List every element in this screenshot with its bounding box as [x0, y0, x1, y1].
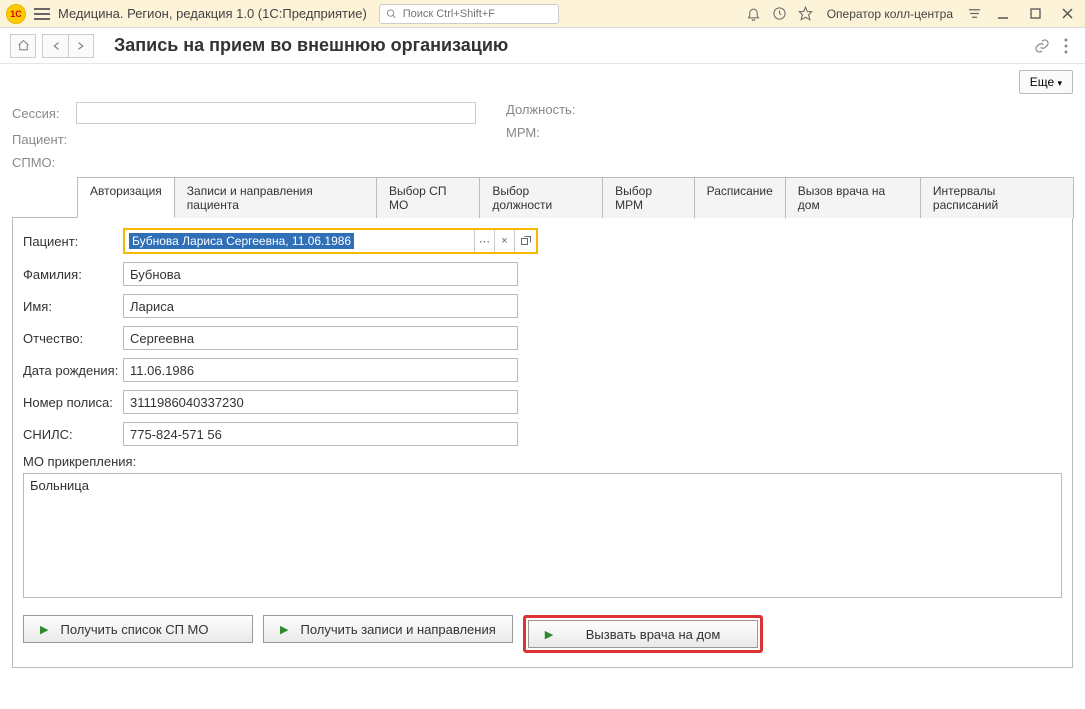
- firstname-input[interactable]: [123, 294, 518, 318]
- titlebar: 1C Медицина. Регион, редакция 1.0 (1С:Пр…: [0, 0, 1085, 28]
- kebab-icon[interactable]: [1057, 37, 1075, 55]
- birthdate-label: Дата рождения:: [23, 363, 123, 378]
- call-doctor-label: Вызвать врача на дом: [565, 627, 741, 642]
- tab-patient-records[interactable]: Записи и направления пациента: [174, 177, 377, 218]
- patient-dots-button[interactable]: ⋯: [474, 230, 494, 252]
- snils-input[interactable]: [123, 422, 518, 446]
- bell-icon[interactable]: [745, 5, 763, 23]
- forward-button[interactable]: [68, 34, 94, 58]
- policy-label: Номер полиса:: [23, 395, 123, 410]
- action-row: ▶ Получить список СП МО ▶ Получить запис…: [23, 615, 1062, 653]
- home-button[interactable]: [10, 34, 36, 58]
- middlename-input[interactable]: [123, 326, 518, 350]
- tab-call-doctor[interactable]: Вызов врача на дом: [785, 177, 921, 218]
- highlight-frame: ▶ Вызвать врача на дом: [523, 615, 763, 653]
- snils-label: СНИЛС:: [23, 427, 123, 442]
- global-search[interactable]: [379, 4, 559, 24]
- position-label: Должность:: [506, 102, 586, 117]
- call-doctor-button[interactable]: ▶ Вызвать врача на дом: [528, 620, 758, 648]
- spmo-label: СПМО:: [12, 155, 70, 170]
- more-button[interactable]: Еще ▾: [1019, 70, 1073, 94]
- tab-select-mrm[interactable]: Выбор МРМ: [602, 177, 694, 218]
- tab-select-sp-mo[interactable]: Выбор СП МО: [376, 177, 480, 218]
- patient-value: Бубнова Лариса Сергеевна, 11.06.1986: [125, 230, 474, 252]
- link-icon[interactable]: [1033, 37, 1051, 55]
- firstname-label: Имя:: [23, 299, 123, 314]
- lastname-input[interactable]: [123, 262, 518, 286]
- minimize-button[interactable]: [991, 4, 1015, 24]
- patient-open-button[interactable]: [514, 230, 536, 252]
- app-title: Медицина. Регион, редакция 1.0 (1С:Предп…: [58, 6, 367, 21]
- main-menu-icon[interactable]: [34, 8, 50, 20]
- mo-textarea[interactable]: [23, 473, 1062, 598]
- global-search-input[interactable]: [401, 7, 552, 21]
- session-label: Сессия:: [12, 106, 70, 121]
- mo-label: МО прикрепления:: [23, 454, 1062, 469]
- tab-authorization[interactable]: Авторизация: [77, 177, 175, 218]
- maximize-button[interactable]: [1023, 4, 1047, 24]
- get-sp-mo-button[interactable]: ▶ Получить список СП МО: [23, 615, 253, 643]
- page-title: Запись на прием во внешнюю организацию: [114, 35, 508, 56]
- star-icon[interactable]: [797, 5, 815, 23]
- patient-clear-button[interactable]: ×: [494, 230, 514, 252]
- get-records-button[interactable]: ▶ Получить записи и направления: [263, 615, 513, 643]
- tab-schedule-intervals[interactable]: Интервалы расписаний: [920, 177, 1074, 218]
- play-icon: ▶: [40, 623, 48, 636]
- role-label: Оператор колл-центра: [827, 7, 953, 21]
- session-input[interactable]: [76, 102, 476, 124]
- patient-label: Пациент:: [23, 234, 123, 249]
- play-icon: ▶: [545, 628, 553, 641]
- lastname-label: Фамилия:: [23, 267, 123, 282]
- play-icon: ▶: [280, 623, 288, 636]
- tabs: Авторизация Записи и направления пациент…: [12, 176, 1073, 218]
- mrm-label: МРМ:: [506, 125, 586, 140]
- history-icon[interactable]: [771, 5, 789, 23]
- logo-1c: 1C: [6, 4, 26, 24]
- header-patient-label: Пациент:: [12, 132, 70, 147]
- page-toolbar: Запись на прием во внешнюю организацию: [0, 28, 1085, 64]
- tab-select-position[interactable]: Выбор должности: [479, 177, 603, 218]
- search-icon: [386, 8, 397, 20]
- tab-schedule[interactable]: Расписание: [694, 177, 786, 218]
- middlename-label: Отчество:: [23, 331, 123, 346]
- patient-select-box[interactable]: Бубнова Лариса Сергеевна, 11.06.1986 ⋯ ×: [123, 228, 538, 254]
- close-button[interactable]: [1055, 4, 1079, 24]
- policy-input[interactable]: [123, 390, 518, 414]
- get-records-label: Получить записи и направления: [300, 622, 495, 637]
- header-fields: Сессия: Пациент: СПМО: Должность: МРМ:: [12, 102, 1073, 170]
- tab-body: Пациент: Бубнова Лариса Сергеевна, 11.06…: [12, 218, 1073, 668]
- back-button[interactable]: [42, 34, 68, 58]
- get-sp-mo-label: Получить список СП МО: [60, 622, 208, 637]
- settings-lines-icon[interactable]: [965, 5, 983, 23]
- content: Еще ▾ Сессия: Пациент: СПМО: Должность: …: [0, 64, 1085, 678]
- birthdate-input[interactable]: [123, 358, 518, 382]
- nav-group: [42, 34, 94, 58]
